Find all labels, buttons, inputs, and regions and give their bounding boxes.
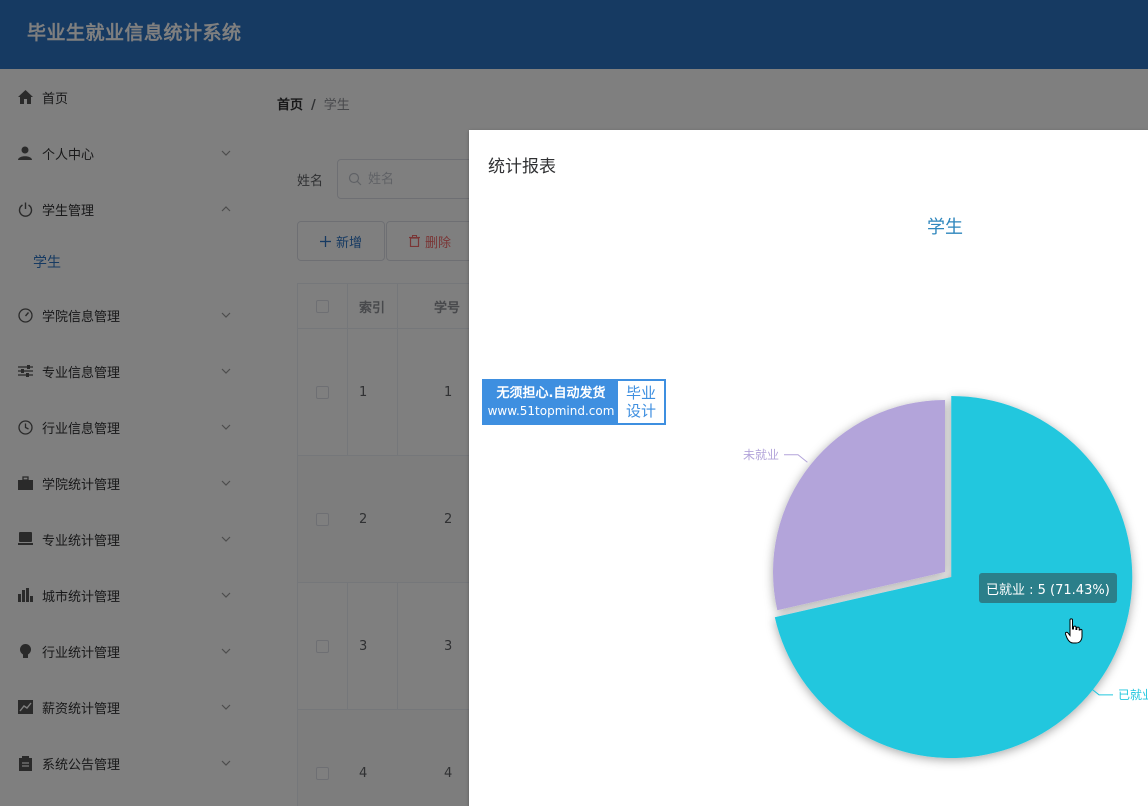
pie-label: 已就业 — [1118, 688, 1148, 702]
chart-tooltip: 已就业 : 5 (71.43%) — [979, 573, 1117, 603]
pie-slice-unemployed[interactable] — [773, 400, 945, 611]
watermark-right2: 设计 — [625, 402, 656, 420]
pie-chart: 学生 已就业 未就业 — [743, 217, 1148, 758]
watermark-right1: 毕业 — [625, 384, 656, 402]
hand-cursor-icon — [1065, 618, 1083, 644]
pie-label-line — [784, 454, 808, 463]
watermark-line1: 无须担心.自动发货 — [496, 386, 606, 401]
pie-label: 未就业 — [743, 448, 779, 462]
watermark-logo: 无须担心.自动发货 www.51topmind.com 毕业 设计 — [482, 379, 666, 425]
stats-report-dialog: 统计报表 学生 已就业未就业 无须担心.自动发货 www.51topmind.c… — [469, 130, 1148, 806]
watermark-line2: www.51topmind.com — [487, 404, 615, 418]
chart-title: 学生 — [927, 217, 963, 238]
